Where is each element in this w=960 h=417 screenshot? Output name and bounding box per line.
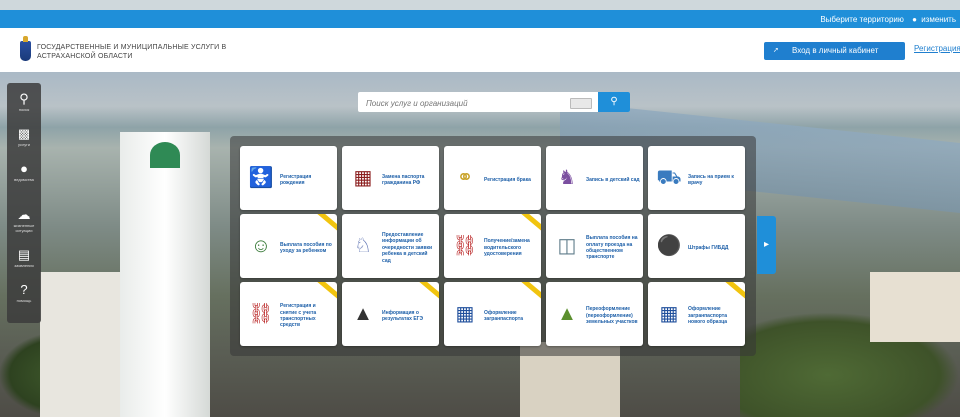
- register-link[interactable]: Регистрация: [914, 44, 960, 53]
- tile-exam-results[interactable]: ▲ Информация о результатах ЕГЭ: [342, 282, 439, 346]
- sidebar-item-applications[interactable]: ▤ заявления: [7, 243, 41, 277]
- location-pin-icon: ●: [912, 15, 917, 24]
- services-panel: 🚼 Регистрация рождения ▦ Замена паспорта…: [230, 136, 756, 356]
- rings-icon: ⚭: [456, 167, 474, 189]
- tile-kindergarten-queue[interactable]: ♘ Предоставление информации об очереднос…: [342, 214, 439, 278]
- document-icon: ▤: [17, 247, 31, 262]
- sidebar-item-label: поиск: [18, 107, 30, 112]
- tile-label: Запись на прием к врачу: [688, 173, 734, 186]
- tile-label: Регистрация и снятие с учета транспортны…: [280, 303, 317, 329]
- sidebar-item-search[interactable]: ⚲ поиск: [7, 87, 41, 121]
- tile-marriage-registration[interactable]: ⚭ Регистрация брака: [444, 146, 541, 210]
- sidebar-item-agencies[interactable]: ● ведомства: [7, 157, 41, 191]
- search-icon: ⚲: [610, 96, 618, 107]
- search-bar: ⚲: [358, 92, 630, 112]
- coat-of-arms-icon[interactable]: [20, 36, 31, 61]
- sidebar-item-label: помощь: [16, 298, 32, 303]
- tower-dome-image: [150, 142, 180, 168]
- money-icon: ◫: [557, 235, 577, 257]
- tile-doctor-appointment[interactable]: ⛟ Запись на прием к врачу: [648, 146, 745, 210]
- tile-childcare-allowance[interactable]: ☺ Выплата пособия по уходу за ребенком: [240, 214, 337, 278]
- weather-icon: ☁: [17, 207, 31, 222]
- search-button[interactable]: ⚲: [598, 92, 630, 112]
- tile-birth-registration[interactable]: 🚼 Регистрация рождения: [240, 146, 337, 210]
- tile-traffic-fines[interactable]: ⚫ Штрафы ГИБДД: [648, 214, 745, 278]
- tile-kindergarten-enrollment[interactable]: ♞ Запись в детский сад: [546, 146, 643, 210]
- tile-driver-license[interactable]: ⛓ Получение/замена водительского удостов…: [444, 214, 541, 278]
- globe-icon: ●: [20, 161, 28, 176]
- tile-label: Оформление загранпаспорта: [484, 309, 524, 322]
- tile-vehicle-registration[interactable]: ⛓ Регистрация и снятие с учета транспорт…: [240, 282, 337, 346]
- sidebar-item-label: ведомства: [14, 177, 34, 182]
- tile-label: Выплата пособия по уходу за ребенком: [280, 241, 332, 254]
- tile-label: Выплата пособия на оплату проезда на общ…: [586, 235, 638, 261]
- login-button-label: Вход в личный кабинет: [792, 46, 879, 55]
- sidebar-item-label: услуги: [18, 142, 30, 147]
- ambulance-icon: ⛟: [656, 167, 682, 189]
- sidebar-item-life-situations[interactable]: ☁ жизненные ситуации: [7, 203, 41, 237]
- search-icon: ⚲: [19, 91, 29, 106]
- tile-label: Переоформление (переоформление) земельны…: [586, 306, 638, 326]
- passport-icon: ▦: [353, 167, 373, 189]
- stroller-icon: 🚼: [248, 167, 274, 189]
- tile-label: Предоставление информации об очередности…: [382, 231, 433, 264]
- tile-label: Получение/замена водительского удостовер…: [484, 238, 530, 258]
- foreign-passport-icon: ▦: [455, 303, 475, 325]
- tile-label: Замена паспорта гражданина РФ: [382, 173, 425, 186]
- traffic-light-icon: ⚫: [656, 235, 682, 257]
- login-arrow-icon: ➚: [773, 47, 779, 54]
- graduation-cap-icon: ▲: [353, 303, 373, 325]
- tile-label: Регистрация брака: [484, 176, 531, 183]
- tile-label: Штрафы ГИБДД: [688, 244, 729, 251]
- sidebar-item-help[interactable]: ? помощь: [7, 278, 41, 312]
- tile-label: Оформление загранпаспорта нового образца: [688, 306, 728, 326]
- tile-biometric-passport[interactable]: ▦ Оформление загранпаспорта нового образ…: [648, 282, 745, 346]
- tile-passport-replacement[interactable]: ▦ Замена паспорта гражданина РФ: [342, 146, 439, 210]
- tile-label: Запись в детский сад: [586, 176, 640, 183]
- search-input[interactable]: [364, 95, 568, 111]
- rocking-horse-icon: ♘: [354, 235, 372, 257]
- biometric-passport-icon: ▦: [659, 303, 679, 325]
- car-icon: ⛓: [248, 303, 274, 325]
- land-plot-icon: ▲: [557, 303, 577, 325]
- sidebar-item-services[interactable]: ▩ услуги: [7, 122, 41, 156]
- login-button[interactable]: ➚ Вход в личный кабинет: [764, 42, 905, 60]
- family-icon: ☺: [250, 235, 272, 257]
- kindergarten-icon: ♞: [558, 167, 576, 189]
- tile-foreign-passport[interactable]: ▦ Оформление загранпаспорта: [444, 282, 541, 346]
- tile-label: Регистрация рождения: [280, 173, 312, 186]
- car-icon: ⛓: [452, 235, 478, 257]
- sidebar: ⚲ поиск ▩ услуги ● ведомства ☁ жизненные…: [7, 83, 41, 323]
- header: Государственные и муниципальные услуги в…: [0, 28, 960, 72]
- tile-land-plots[interactable]: ▲ Переоформление (переоформление) земель…: [546, 282, 643, 346]
- building-image-right: [870, 272, 960, 342]
- keyboard-icon[interactable]: [570, 98, 592, 109]
- chevron-right-icon: ▸: [763, 239, 770, 250]
- bell-tower-image: [120, 132, 210, 417]
- book-icon: ▩: [17, 126, 31, 141]
- tile-transport-allowance[interactable]: ◫ Выплата пособия на оплату проезда на о…: [546, 214, 643, 278]
- region-selector[interactable]: Выберите территорию ● изменить: [820, 15, 956, 24]
- top-bar: Выберите территорию ● изменить: [0, 10, 960, 28]
- tile-label: Информация о результатах ЕГЭ: [382, 309, 424, 322]
- carousel-next-button[interactable]: ▸: [757, 216, 776, 274]
- region-change-link[interactable]: изменить: [921, 15, 956, 24]
- region-label[interactable]: Выберите территорию: [820, 15, 904, 24]
- sidebar-item-label: заявления: [14, 263, 34, 268]
- sidebar-item-label: жизненные ситуации: [13, 223, 35, 233]
- help-icon: ?: [20, 282, 28, 297]
- site-name[interactable]: Государственные и муниципальные услуги в…: [37, 43, 237, 61]
